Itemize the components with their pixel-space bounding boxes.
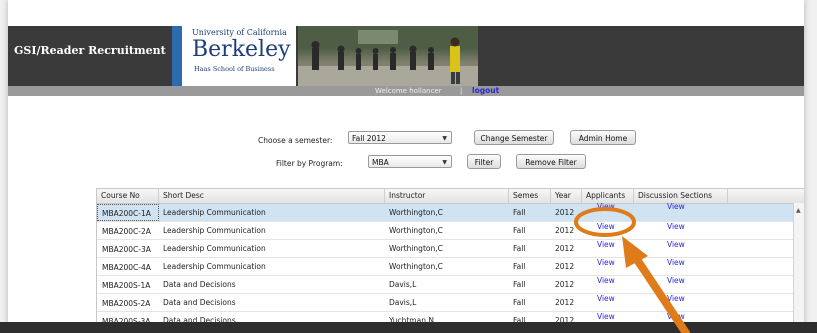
cell-instructor: Worthington,C xyxy=(389,262,443,271)
semester-select-value: Fall 2012 xyxy=(352,134,386,143)
cell-year: 2012 xyxy=(555,280,575,289)
app-title: GSI/Reader Recruitment xyxy=(14,44,166,57)
cell-short-desc: Leadership Communication xyxy=(163,208,266,217)
cell-instructor: Worthington,C xyxy=(389,226,443,235)
campus-photo xyxy=(298,26,478,86)
applicants-view-link[interactable]: View xyxy=(593,236,629,253)
logout-link[interactable]: logout xyxy=(472,86,499,96)
sections-view-link[interactable]: View xyxy=(663,254,699,271)
cell-semester: Fall xyxy=(513,262,526,271)
program-select-value: MBA xyxy=(372,158,389,167)
cell-short-desc: Leadership Communication xyxy=(163,262,266,271)
cell-year: 2012 xyxy=(555,262,575,271)
cell-course-no: MBA200C-4A xyxy=(102,263,151,272)
cell-semester: Fall xyxy=(513,298,526,307)
column-header-instructor[interactable]: Instructor xyxy=(385,189,509,203)
cell-short-desc: Leadership Communication xyxy=(163,244,266,253)
campus-photo-image xyxy=(298,26,478,86)
cell-course-no: MBA200C-3A xyxy=(102,245,151,254)
semester-select[interactable]: Fall 2012 ▼ xyxy=(348,131,452,144)
cell-instructor: Davis,L xyxy=(389,298,417,307)
column-header-semester[interactable]: Semes xyxy=(509,189,551,203)
sections-view-link[interactable]: View xyxy=(663,290,699,307)
cell-year: 2012 xyxy=(555,298,575,307)
column-header-short-desc[interactable]: Short Desc xyxy=(159,189,385,203)
applicants-view-link[interactable]: View xyxy=(593,254,629,271)
program-label: Filter by Program: xyxy=(276,159,343,168)
courses-table: Course No Short Desc Instructor Semes Ye… xyxy=(96,188,804,333)
berkeley-haas-logo: University of California Berkeley Haas S… xyxy=(172,26,296,86)
column-header-course-no[interactable]: Course No xyxy=(97,189,159,203)
scroll-up-arrow-icon[interactable]: ▲ xyxy=(796,207,801,214)
filter-button[interactable]: Filter xyxy=(467,154,501,169)
sections-view-link[interactable]: View xyxy=(663,272,699,289)
cell-year: 2012 xyxy=(555,226,575,235)
cell-semester: Fall xyxy=(513,280,526,289)
cell-course-no: MBA200C-2A xyxy=(102,227,151,236)
cell-instructor: Worthington,C xyxy=(389,244,443,253)
site-header: GSI/Reader Recruitment University of Cal… xyxy=(8,26,804,86)
column-header-year[interactable]: Year xyxy=(551,189,582,203)
cell-semester: Fall xyxy=(513,226,526,235)
sections-view-link[interactable]: View xyxy=(663,236,699,253)
cell-course-no: MBA200S-2A xyxy=(102,299,151,308)
cell-semester: Fall xyxy=(513,208,526,217)
cell-course-no: MBA200S-1A xyxy=(102,281,151,290)
cell-course-no: MBA200C-1A xyxy=(97,204,159,221)
applicants-view-link[interactable]: View xyxy=(593,218,629,235)
logo-haas-text: Haas School of Business xyxy=(194,65,275,73)
cell-year: 2012 xyxy=(555,244,575,253)
logo-university-text: University of California xyxy=(192,28,287,37)
logo-berkeley-text: Berkeley xyxy=(192,37,291,62)
page: GSI/Reader Recruitment University of Cal… xyxy=(8,0,804,333)
cell-short-desc: Data and Decisions xyxy=(163,298,236,307)
program-select[interactable]: MBA ▼ xyxy=(368,155,452,168)
cell-instructor: Worthington,C xyxy=(389,208,443,217)
cell-year: 2012 xyxy=(555,208,575,217)
welcome-separator: | xyxy=(460,87,463,95)
cell-semester: Fall xyxy=(513,244,526,253)
remove-filter-button[interactable]: Remove Filter xyxy=(516,154,586,169)
table-scrollbar[interactable]: ▲ xyxy=(793,203,804,333)
sections-view-link[interactable]: View xyxy=(663,218,699,235)
applicants-view-link[interactable]: View xyxy=(593,198,629,215)
applicants-view-link[interactable]: View xyxy=(593,290,629,307)
sections-view-link[interactable]: View xyxy=(663,198,699,215)
cell-short-desc: Data and Decisions xyxy=(163,280,236,289)
welcome-text: Welcome hollancer xyxy=(375,87,442,95)
change-semester-button[interactable]: Change Semester xyxy=(474,130,554,145)
cell-instructor: Davis,L xyxy=(389,280,417,289)
semester-label: Choose a semester: xyxy=(258,136,333,145)
chevron-down-icon: ▼ xyxy=(442,159,447,166)
admin-home-button[interactable]: Admin Home xyxy=(570,130,636,145)
chevron-down-icon: ▼ xyxy=(442,135,447,142)
cell-short-desc: Leadership Communication xyxy=(163,226,266,235)
applicants-view-link[interactable]: View xyxy=(593,272,629,289)
welcome-bar: Welcome hollancer | logout xyxy=(8,86,804,96)
logo-accent-bar xyxy=(172,26,182,86)
bottom-dark-bar xyxy=(0,322,817,333)
